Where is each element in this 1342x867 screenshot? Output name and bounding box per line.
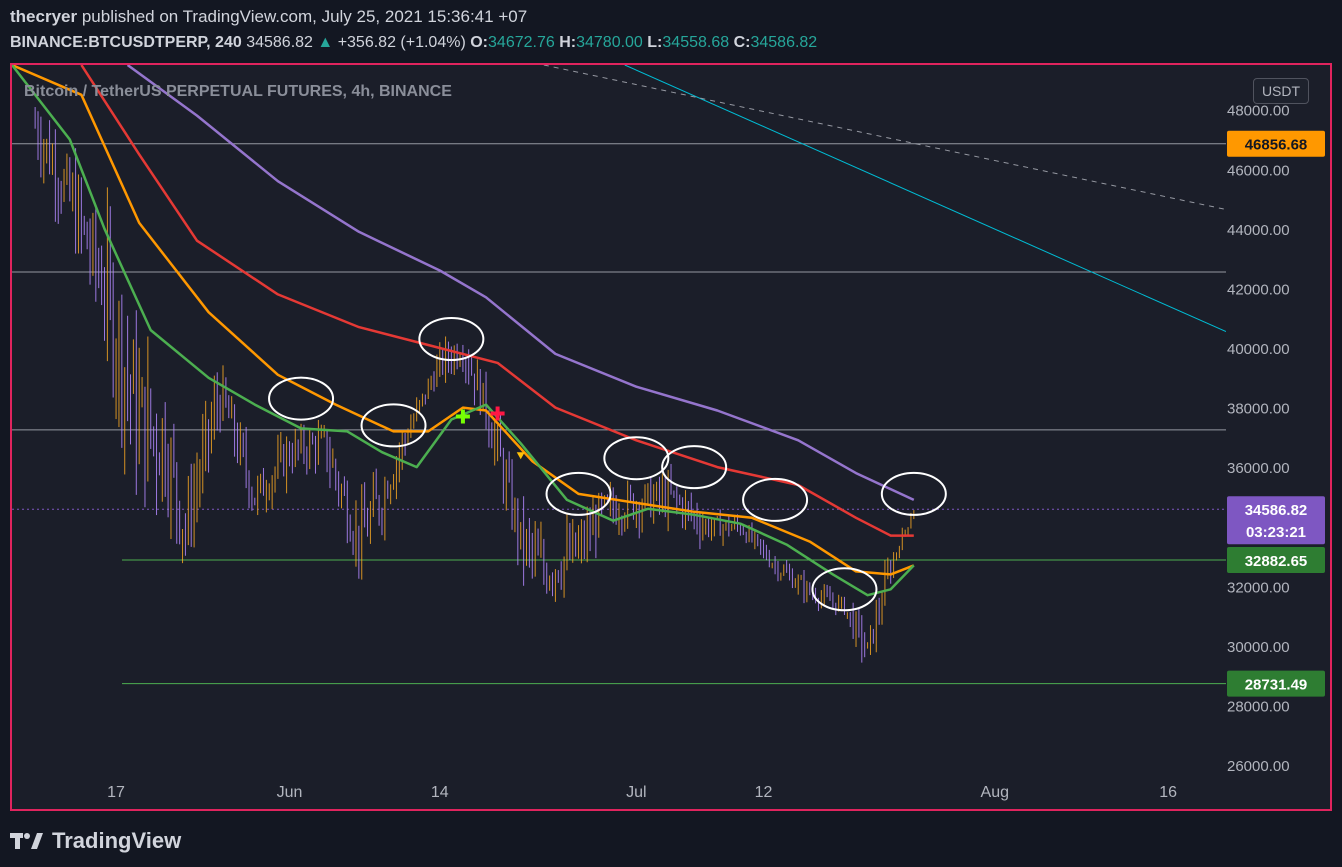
time-tick-label: 16 bbox=[1159, 784, 1177, 801]
moving-average-ma20 bbox=[12, 65, 915, 597]
high-value: 34780.00 bbox=[576, 34, 643, 51]
author-name[interactable]: thecryer bbox=[10, 7, 77, 26]
close-value: 34586.82 bbox=[750, 34, 818, 51]
price-tick-label: 48000.00 bbox=[1227, 103, 1290, 120]
price-tick-label: 46000.00 bbox=[1227, 162, 1290, 179]
plot-area bbox=[12, 65, 1226, 685]
brand-name: TradingView bbox=[52, 828, 182, 853]
annotation-circle bbox=[603, 436, 670, 481]
price-tag-value: 28731.49 bbox=[1245, 677, 1308, 694]
trendline bbox=[624, 65, 1226, 333]
price-tag-value: 34586.82 bbox=[1245, 502, 1308, 519]
low-value: 34558.68 bbox=[662, 34, 730, 51]
price-tick-label: 42000.00 bbox=[1227, 281, 1290, 298]
publish-text: published on TradingView.com, July 25, 2… bbox=[81, 7, 528, 26]
time-axis: 17 Jun 14 Jul 12 Aug 16 bbox=[107, 784, 1177, 801]
last-price: 34586.82 bbox=[246, 34, 313, 51]
time-tick-label: 14 bbox=[431, 784, 449, 801]
price-tick-label: 38000.00 bbox=[1227, 401, 1290, 418]
change-up-icon: ▲ bbox=[317, 34, 334, 51]
moving-average-ma100 bbox=[80, 65, 914, 537]
price-tick-label: 44000.00 bbox=[1227, 222, 1290, 239]
price-tick-label: 36000.00 bbox=[1227, 460, 1290, 477]
price-chart[interactable]: 26000.0028000.0030000.0032000.0034000.00… bbox=[12, 65, 1330, 809]
price-tick-label: 28000.00 bbox=[1227, 698, 1290, 715]
time-tick-label: Jul bbox=[626, 784, 646, 801]
price-tag-countdown: 03:23:21 bbox=[1246, 524, 1306, 541]
time-tick-label: Aug bbox=[981, 784, 1009, 801]
tradingview-logo-icon bbox=[10, 833, 43, 849]
dashed-trendline bbox=[543, 65, 1226, 210]
chart-panel[interactable]: 26000.0028000.0030000.0032000.0034000.00… bbox=[10, 63, 1332, 811]
price-tag-value: 46856.68 bbox=[1245, 137, 1308, 154]
price-tick-label: 40000.00 bbox=[1227, 341, 1290, 358]
time-tick-label: 17 bbox=[107, 784, 125, 801]
symbol-ohlc-bar: BINANCE:BTCUSDTPERP, 240 34586.82 ▲ +356… bbox=[10, 34, 817, 52]
moving-average-ma200 bbox=[126, 65, 915, 502]
price-tag-value: 32882.65 bbox=[1245, 553, 1308, 570]
tradingview-brand[interactable]: TradingView bbox=[10, 826, 181, 856]
high-label: H: bbox=[559, 34, 577, 51]
price-tick-label: 32000.00 bbox=[1227, 579, 1290, 596]
time-tick-label: Jun bbox=[277, 784, 303, 801]
chart-title: Bitcoin / TetherUS PERPETUAL FUTURES, 4h… bbox=[24, 83, 452, 100]
close-label: C: bbox=[733, 34, 751, 51]
annotation-circle bbox=[360, 403, 427, 448]
publish-info: thecryer published on TradingView.com, J… bbox=[10, 7, 527, 27]
currency-unit-button[interactable]: USDT bbox=[1253, 78, 1309, 104]
annotation-circle bbox=[880, 471, 947, 516]
low-label: L: bbox=[647, 34, 663, 51]
annotation-circle bbox=[742, 477, 809, 522]
signal-triangle-marker bbox=[516, 452, 525, 460]
symbol-label[interactable]: BINANCE:BTCUSDTPERP, 240 bbox=[10, 34, 242, 51]
price-change: +356.82 (+1.04%) bbox=[337, 34, 466, 51]
open-value: 34672.76 bbox=[488, 34, 555, 51]
price-tick-label: 30000.00 bbox=[1227, 639, 1290, 656]
open-label: O: bbox=[470, 34, 489, 51]
price-tick-label: 26000.00 bbox=[1227, 758, 1290, 775]
time-tick-label: 12 bbox=[755, 784, 773, 801]
